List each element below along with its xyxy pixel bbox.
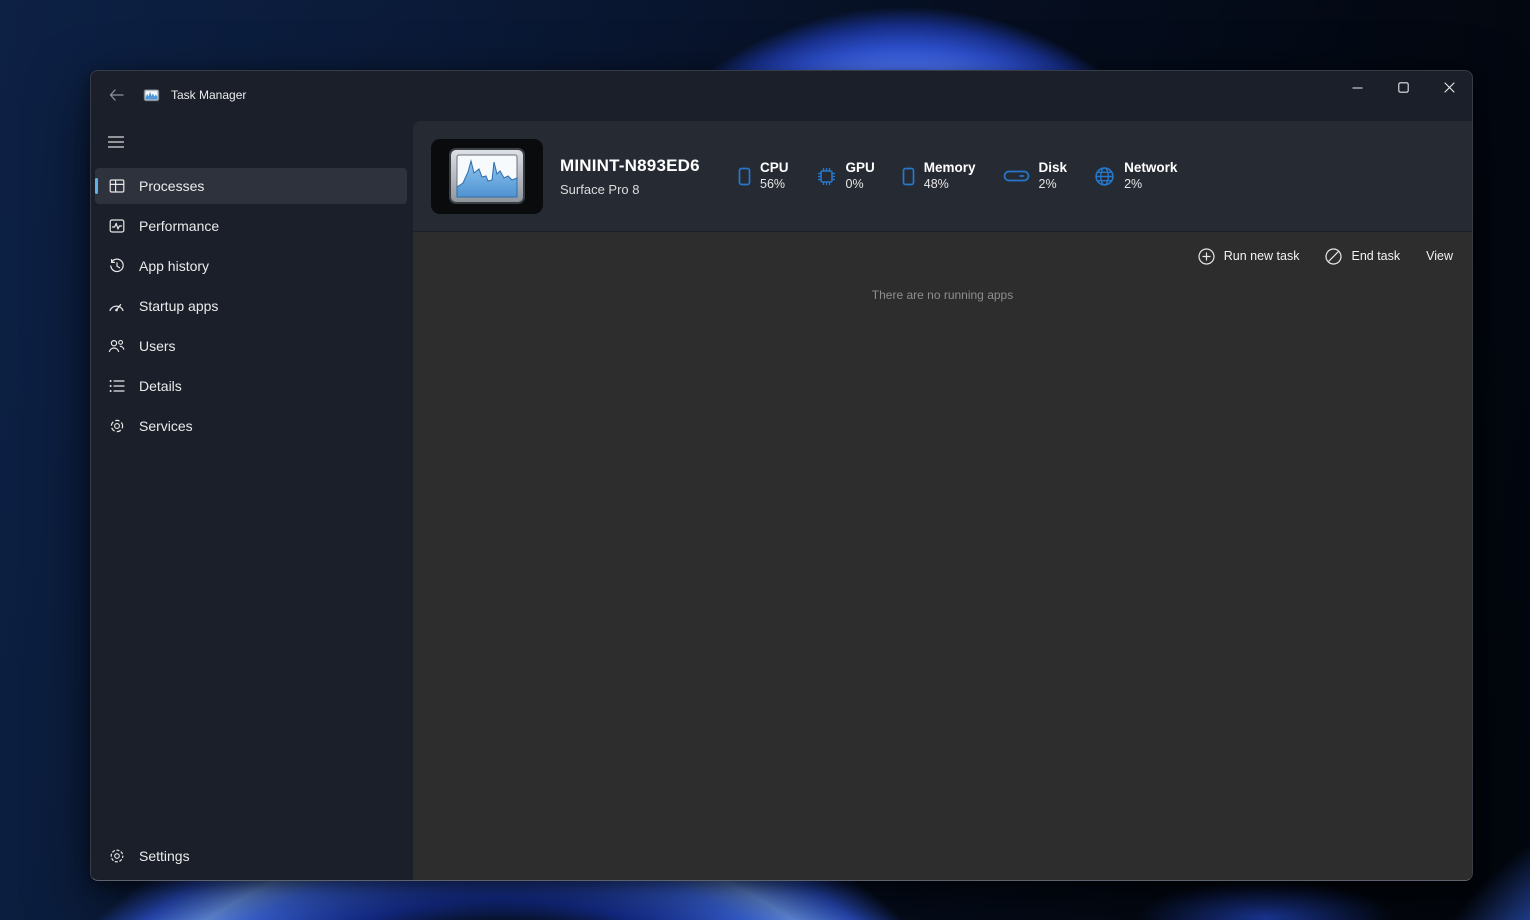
maximize-icon bbox=[1398, 82, 1409, 93]
stat-label: Network bbox=[1124, 160, 1177, 177]
stat-label: Memory bbox=[924, 160, 976, 177]
disk-icon bbox=[1003, 169, 1030, 183]
window-title: Task Manager bbox=[171, 88, 246, 102]
back-arrow-icon bbox=[109, 89, 124, 101]
stat-label: GPU bbox=[846, 160, 875, 177]
device-name: MININT-N893ED6 bbox=[560, 156, 708, 176]
stat-memory: Memory 48% bbox=[902, 160, 976, 193]
sidebar-item-processes[interactable]: Processes bbox=[95, 168, 407, 204]
stats-row: CPU 56% GPU 0% bbox=[738, 160, 1177, 193]
stat-gpu: GPU 0% bbox=[816, 160, 875, 193]
close-icon bbox=[1444, 82, 1455, 93]
stat-value: 0% bbox=[846, 177, 875, 193]
sidebar: Processes Performance bbox=[91, 119, 411, 880]
end-task-label: End task bbox=[1351, 249, 1400, 263]
content-area: MININT-N893ED6 Surface Pro 8 CPU 56% bbox=[411, 119, 1472, 880]
performance-icon bbox=[108, 218, 125, 235]
sidebar-item-label: App history bbox=[139, 258, 209, 274]
stat-cpu: CPU 56% bbox=[738, 160, 789, 193]
sidebar-item-label: Details bbox=[139, 378, 182, 394]
end-task-button[interactable]: End task bbox=[1325, 248, 1400, 265]
block-circle-icon bbox=[1325, 248, 1342, 265]
window-controls bbox=[1334, 71, 1472, 119]
memory-icon bbox=[902, 167, 915, 186]
stat-label: Disk bbox=[1039, 160, 1068, 177]
history-clock-icon bbox=[108, 258, 125, 275]
processes-icon bbox=[108, 178, 125, 195]
processes-panel: Run new task End task View There are no … bbox=[413, 232, 1472, 880]
sidebar-item-startup-apps[interactable]: Startup apps bbox=[95, 288, 407, 324]
services-cog-icon bbox=[108, 418, 125, 435]
view-button[interactable]: View bbox=[1426, 249, 1453, 263]
device-header-panel: MININT-N893ED6 Surface Pro 8 CPU 56% bbox=[413, 121, 1472, 231]
navigation-menu-button[interactable] bbox=[99, 128, 133, 156]
hamburger-icon bbox=[108, 136, 124, 148]
task-manager-window: Task Manager bbox=[90, 70, 1473, 881]
run-new-task-label: Run new task bbox=[1224, 249, 1300, 263]
cpu-icon bbox=[738, 167, 751, 186]
startup-gauge-icon bbox=[108, 298, 125, 315]
stat-disk: Disk 2% bbox=[1003, 160, 1068, 193]
details-list-icon bbox=[108, 378, 125, 395]
maximize-button[interactable] bbox=[1380, 71, 1426, 104]
task-manager-app-icon bbox=[448, 147, 526, 205]
run-new-task-button[interactable]: Run new task bbox=[1198, 248, 1300, 265]
device-info: MININT-N893ED6 Surface Pro 8 bbox=[560, 156, 708, 197]
sidebar-item-label: Services bbox=[139, 418, 193, 434]
selected-accent-pill bbox=[95, 178, 98, 194]
sidebar-item-label: Startup apps bbox=[139, 298, 218, 314]
users-icon bbox=[108, 338, 125, 355]
sidebar-item-label: Users bbox=[139, 338, 176, 354]
sidebar-item-label: Settings bbox=[139, 848, 190, 864]
plus-circle-icon bbox=[1198, 248, 1215, 265]
device-icon-card bbox=[431, 139, 543, 214]
stat-value: 48% bbox=[924, 177, 976, 193]
stat-label: CPU bbox=[760, 160, 789, 177]
sidebar-item-performance[interactable]: Performance bbox=[95, 208, 407, 244]
sidebar-item-services[interactable]: Services bbox=[95, 408, 407, 444]
sidebar-item-details[interactable]: Details bbox=[95, 368, 407, 404]
back-button[interactable] bbox=[101, 81, 131, 109]
titlebar: Task Manager bbox=[91, 71, 1472, 119]
minimize-icon bbox=[1352, 87, 1363, 89]
sidebar-item-app-history[interactable]: App history bbox=[95, 248, 407, 284]
sidebar-item-users[interactable]: Users bbox=[95, 328, 407, 364]
sidebar-item-settings[interactable]: Settings bbox=[95, 838, 407, 874]
sidebar-item-label: Performance bbox=[139, 218, 219, 234]
sidebar-nav: Processes Performance bbox=[91, 166, 411, 446]
sidebar-item-label: Processes bbox=[139, 178, 204, 194]
stat-value: 2% bbox=[1124, 177, 1177, 193]
task-manager-logo-icon bbox=[143, 87, 160, 104]
empty-state-message: There are no running apps bbox=[872, 288, 1013, 302]
stat-network: Network 2% bbox=[1094, 160, 1177, 193]
close-button[interactable] bbox=[1426, 71, 1472, 104]
minimize-button[interactable] bbox=[1334, 71, 1380, 104]
view-label: View bbox=[1426, 249, 1453, 263]
settings-gear-icon bbox=[108, 848, 125, 865]
processes-toolbar: Run new task End task View bbox=[413, 232, 1472, 280]
network-globe-icon bbox=[1094, 166, 1115, 187]
stat-value: 2% bbox=[1039, 177, 1068, 193]
gpu-icon bbox=[816, 166, 837, 187]
stat-value: 56% bbox=[760, 177, 789, 193]
device-model: Surface Pro 8 bbox=[560, 182, 708, 197]
